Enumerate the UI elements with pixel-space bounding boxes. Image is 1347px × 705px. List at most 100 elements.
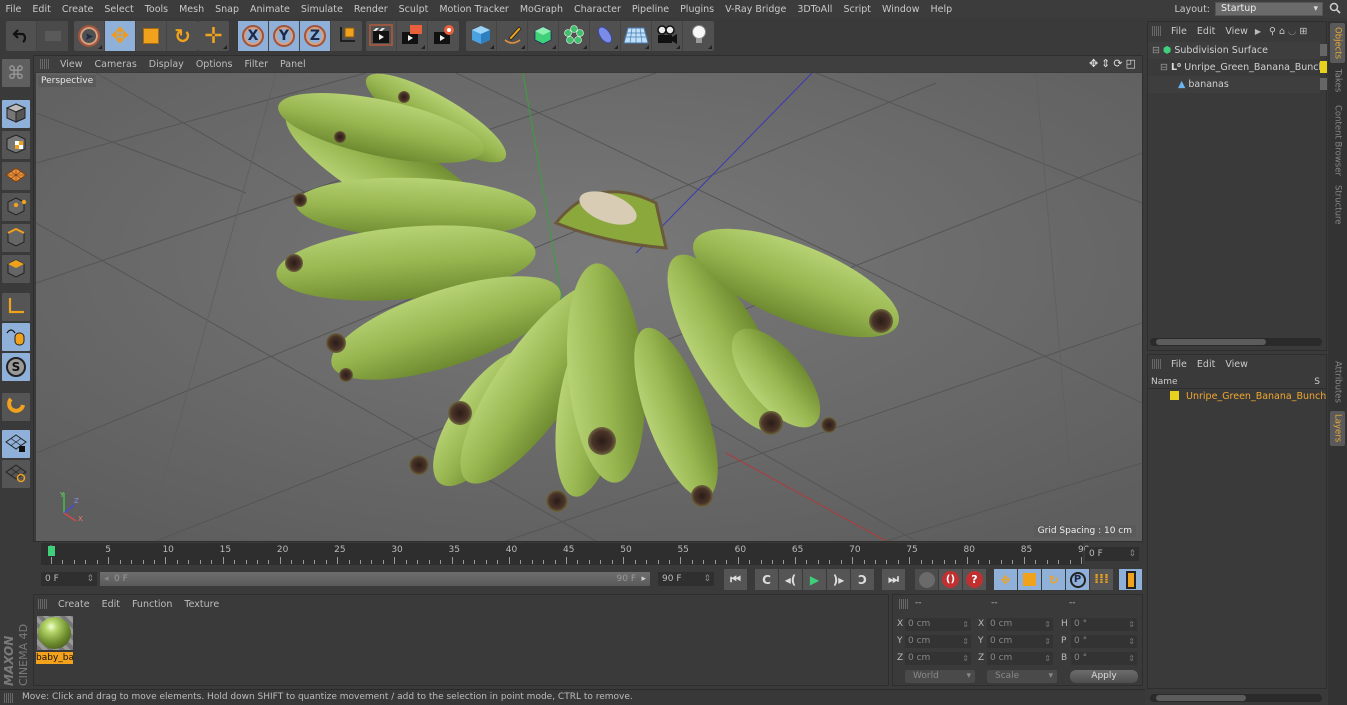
tree-item-banana-bunch[interactable]: ⊟ L⁰ Unripe_Green_Banana_Bunch [1148,59,1325,76]
cloner-button[interactable] [559,21,590,51]
next-key-button[interactable]: Ↄ [851,569,874,590]
viewport-menu-panel[interactable]: Panel [274,59,312,70]
workplane-mode-button[interactable] [2,162,30,190]
viewport-menu-view[interactable]: View [54,59,89,70]
maximize-view-icon[interactable]: ◰ [1126,57,1136,70]
scrollbar-thumb[interactable] [1156,695,1246,701]
key-pla-button[interactable]: ⁞⁞⁞ [1090,569,1113,590]
object-menu-view[interactable]: View [1220,26,1253,37]
layer-menu-view[interactable]: View [1220,359,1253,370]
layer-row[interactable]: Unripe_Green_Banana_Bunch [1148,390,1326,404]
points-mode-button[interactable] [2,193,30,221]
edges-mode-button[interactable] [2,224,30,252]
polygons-mode-button[interactable] [2,255,30,283]
floor-button[interactable] [621,21,652,51]
previous-frame-button[interactable]: ◂( [779,569,802,590]
size-mode-dropdown[interactable]: Scale [987,670,1057,683]
new-view-icon[interactable]: ⊞ [1299,26,1307,37]
bookmark-icon[interactable]: ◡ [1288,26,1296,37]
light-button[interactable] [683,21,714,51]
redo-button[interactable] [37,21,68,51]
tab-content-browser[interactable]: Content Browser [1330,101,1345,179]
live-selection-button[interactable]: ➤ [74,21,105,51]
apply-button[interactable]: Apply [1070,670,1138,683]
material-name[interactable]: baby_ba [36,652,73,664]
go-to-start-button[interactable]: ⏮ [724,569,747,590]
menu-window[interactable]: Window [877,4,925,15]
menu-help[interactable]: Help [925,4,958,15]
material-menu-function[interactable]: Function [126,599,178,610]
visibility-toggle[interactable] [1320,44,1327,56]
model-mode-button[interactable] [2,100,30,128]
layer-menu-edit[interactable]: Edit [1192,359,1220,370]
rot-b-field[interactable]: 0 ° [1071,652,1137,665]
tab-objects[interactable]: Objects [1330,23,1345,63]
menu-file[interactable]: File [0,4,27,15]
move-tool-button[interactable]: ✥ [105,21,136,51]
column-name[interactable]: Name [1151,377,1178,387]
visibility-toggle[interactable] [1320,78,1327,90]
material-menu-texture[interactable]: Texture [178,599,225,610]
rot-h-field[interactable]: 0 ° [1071,618,1137,631]
horizontal-scrollbar[interactable] [1150,694,1322,702]
make-editable-button[interactable]: ⌘ [2,59,30,87]
menu-pipeline[interactable]: Pipeline [626,4,674,15]
current-frame-marker[interactable] [48,546,55,556]
render-settings-button[interactable] [428,21,459,51]
tree-item-bananas[interactable]: ▲ bananas [1148,76,1320,93]
menu-script[interactable]: Script [838,4,877,15]
keyframe-selection-button[interactable]: ? [963,569,986,590]
viewport-menu-options[interactable]: Options [190,59,239,70]
recent-tool-button[interactable]: ✛ [198,21,229,51]
range-start-handle[interactable]: ◂ [104,572,109,586]
viewport-canvas[interactable]: Perspective Y Z X Grid Spacing : 10 cm [36,73,1142,541]
tweak-mode-button[interactable] [2,323,30,351]
frame-ruler[interactable]: 051015202530354045505560657075808590 [41,543,1089,565]
subdivision-surface-button[interactable] [528,21,559,51]
pos-x-field[interactable]: 0 cm [905,618,971,631]
menu-mesh[interactable]: Mesh [174,4,210,15]
size-y-field[interactable]: 0 cm [987,635,1053,648]
y-axis-lock-button[interactable]: Y [269,21,300,51]
panel-grip-icon[interactable] [38,599,48,609]
size-z-field[interactable]: 0 cm [987,652,1053,665]
texture-mode-button[interactable] [2,131,30,159]
menu-3dtoall[interactable]: 3DToAll [792,4,838,15]
menu-sculpt[interactable]: Sculpt [393,4,434,15]
tree-item-subdivision-surface[interactable]: ⊟ ⬢ Subdivision Surface [1148,42,1320,59]
size-x-field[interactable]: 0 cm [987,618,1053,631]
home-icon[interactable]: ⌂ [1279,26,1285,37]
record-keys-button[interactable] [915,569,938,590]
key-position-button[interactable]: ✥ [994,569,1017,590]
x-axis-lock-button[interactable]: X [238,21,269,51]
menu-motion-tracker[interactable]: Motion Tracker [434,4,515,15]
spinner-icon[interactable]: ⇕ [1128,547,1136,561]
more-menu-icon[interactable]: ▶ [1255,27,1261,36]
axis-mode-button[interactable] [2,293,30,321]
spinner-icon[interactable]: ⇕ [703,572,711,586]
tab-attributes[interactable]: Attributes [1330,356,1345,408]
collapse-icon[interactable]: ⊟ [1160,62,1168,73]
menu-snap[interactable]: Snap [210,4,245,15]
pos-z-field[interactable]: 0 cm [905,652,971,665]
layer-color-swatch[interactable] [1170,391,1179,400]
orbit-icon[interactable]: ⟳ [1113,57,1122,70]
menu-select[interactable]: Select [99,4,139,15]
menu-vray-bridge[interactable]: V-Ray Bridge [720,4,792,15]
tab-layers[interactable]: Layers [1330,411,1345,446]
column-solo[interactable]: S [1314,377,1320,387]
tab-takes[interactable]: Takes [1330,65,1345,97]
frame-range-slider[interactable]: ◂ 0 F 90 F ▸ [100,572,650,586]
viewport-menu-display[interactable]: Display [143,59,190,70]
menu-animate[interactable]: Animate [245,4,296,15]
solo-button[interactable]: S [2,353,30,381]
menu-plugins[interactable]: Plugins [675,4,720,15]
tab-structure[interactable]: Structure [1330,181,1345,229]
z-axis-lock-button[interactable]: Z [300,21,331,51]
key-parameter-button[interactable]: P [1066,569,1089,590]
layer-color-tag[interactable] [1320,61,1327,73]
dolly-icon[interactable]: ⇕ [1101,57,1110,70]
render-view-button[interactable] [366,21,397,51]
previous-key-button[interactable]: C [755,569,778,590]
panel-grip-icon[interactable] [4,693,14,703]
